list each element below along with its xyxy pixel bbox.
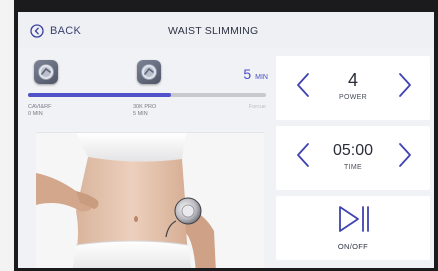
body-waist-illustration xyxy=(36,133,264,268)
progress-track xyxy=(28,93,266,97)
mode-panel: 5 MIN CAVI&RF 0 MIN 30K PRO 5 MIN Forcue xyxy=(22,56,272,268)
header: BACK WAIST SLIMMING xyxy=(18,12,434,48)
time-increase-chevron-right-icon[interactable] xyxy=(398,142,412,168)
play-pause-icon xyxy=(339,206,369,232)
on-off-label: ON/OFF xyxy=(337,242,369,251)
page-title: WAIST SLIMMING xyxy=(168,25,259,37)
back-circle-arrow-icon xyxy=(30,24,44,38)
session-time-value: 5 xyxy=(243,66,252,82)
screen: BACK WAIST SLIMMING 5 MIN CAVI&RF 0 MIN … xyxy=(18,12,434,268)
back-label: BACK xyxy=(50,25,82,37)
mode-button-30k-pro[interactable] xyxy=(137,60,161,84)
mode-label-30k-pro: 30K PRO 5 MIN xyxy=(133,104,156,118)
mode-name: 30K PRO xyxy=(133,104,157,110)
mode-time: 5 MIN xyxy=(133,111,148,117)
mode-label-forcue: Forcue xyxy=(249,104,266,111)
treatment-head-icon xyxy=(141,64,157,80)
session-time-readout: 5 MIN xyxy=(243,66,268,82)
mode-time: 0 MIN xyxy=(28,111,43,117)
power-increase-chevron-right-icon[interactable] xyxy=(398,72,412,98)
mode-button-cavi-rf[interactable] xyxy=(34,60,58,84)
control-panel: 4 POWER 05:00 TIME ON/OFF xyxy=(276,56,434,264)
on-off-button[interactable]: ON/OFF xyxy=(276,196,430,260)
power-control: 4 POWER xyxy=(276,56,430,120)
treatment-head-icon xyxy=(38,64,54,80)
back-button[interactable]: BACK xyxy=(30,23,81,39)
mode-selector: 5 MIN CAVI&RF 0 MIN 30K PRO 5 MIN Forcue xyxy=(22,56,272,122)
progress-fill xyxy=(28,93,171,97)
session-time-unit: MIN xyxy=(255,74,268,81)
bezel-edge xyxy=(0,0,14,271)
time-control: 05:00 TIME xyxy=(276,126,430,190)
mode-name: Forcue xyxy=(248,104,266,110)
mode-name: CAVI&RF xyxy=(28,104,52,110)
mode-label-cavi-rf: CAVI&RF 0 MIN xyxy=(28,104,51,118)
treatment-illustration xyxy=(36,132,264,268)
